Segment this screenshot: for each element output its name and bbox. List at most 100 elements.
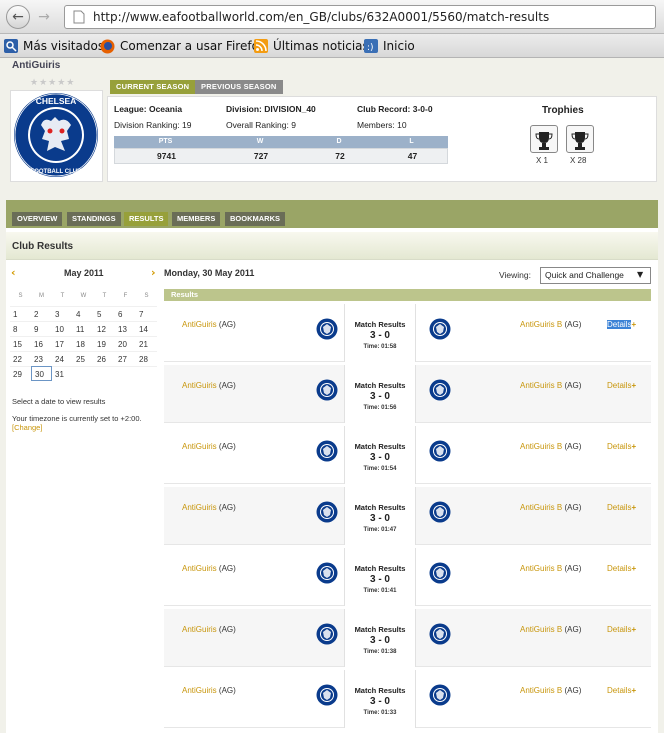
viewing-select[interactable]: Quick and Challenge [540, 267, 651, 284]
tab-current-season[interactable]: CURRENT SEASON [110, 80, 196, 94]
away-team-crest [429, 318, 451, 340]
home-team-crest [316, 379, 338, 401]
back-button[interactable]: ← [6, 5, 30, 29]
calendar-day[interactable]: 17 [52, 336, 73, 351]
chelsea-crest-icon [429, 623, 451, 645]
calendar-day[interactable]: 30 [31, 366, 52, 381]
calendar-day[interactable]: 19 [94, 336, 115, 351]
bookmark-news[interactable]: Últimas noticias [254, 34, 369, 58]
match-time: Time: 01:54 [363, 466, 397, 472]
trophy-1[interactable] [530, 125, 558, 153]
away-team[interactable]: AntiGuiris B (AG) [520, 686, 581, 695]
plus-icon: + [631, 686, 637, 695]
calendar-day[interactable]: 16 [31, 336, 52, 351]
tab-results[interactable]: RESULTS [124, 212, 169, 226]
calendar-day[interactable]: 27 [115, 351, 136, 366]
calendar-day[interactable]: 9 [31, 321, 52, 336]
arrow-right-icon: → [38, 9, 50, 25]
calendar-day[interactable]: 8 [10, 321, 31, 336]
home-team-crest [316, 562, 338, 584]
details-link[interactable]: Details+ [607, 625, 636, 634]
match-time: Time: 01:47 [363, 527, 397, 533]
calendar-day[interactable]: 22 [10, 351, 31, 366]
away-team[interactable]: AntiGuiris B (AG) [520, 564, 581, 573]
tab-members[interactable]: MEMBERS [172, 212, 221, 226]
calendar-day[interactable]: 15 [10, 336, 31, 351]
calendar-day[interactable]: 7 [136, 306, 157, 321]
calendar-day[interactable]: 4 [73, 306, 94, 321]
home-team[interactable]: AntiGuiris (AG) [182, 625, 236, 634]
calendar-day[interactable]: 13 [115, 321, 136, 336]
forward-button[interactable]: → [32, 5, 56, 29]
home-team-crest [316, 501, 338, 523]
away-team[interactable]: AntiGuiris B (AG) [520, 442, 581, 451]
home-team[interactable]: AntiGuiris (AG) [182, 320, 236, 329]
details-link[interactable]: Details+ [607, 564, 636, 573]
away-team-crest [429, 684, 451, 706]
chelsea-crest-icon [316, 623, 338, 645]
stats-value-row: 9741 727 72 47 [114, 148, 448, 164]
match-time: Time: 01:58 [363, 344, 397, 350]
calendar-day[interactable]: 5 [94, 306, 115, 321]
trophy-2[interactable] [566, 125, 594, 153]
away-team[interactable]: AntiGuiris B (AG) [520, 381, 581, 390]
club-name[interactable]: AntiGuiris [12, 60, 60, 71]
home-team[interactable]: AntiGuiris (AG) [182, 381, 236, 390]
calendar-day[interactable]: 1 [10, 306, 31, 321]
away-team[interactable]: AntiGuiris B (AG) [520, 625, 581, 634]
details-link[interactable]: Details+ [607, 320, 636, 329]
chevron-right-icon[interactable]: › [151, 266, 156, 279]
tab-previous-season[interactable]: PREVIOUS SEASON [195, 80, 283, 94]
details-link[interactable]: Details+ [607, 503, 636, 512]
club-logo: CHELSEA FOOTBALL CLUB [10, 90, 103, 182]
trophy-cup-icon [535, 132, 553, 150]
calendar-day[interactable]: 25 [73, 351, 94, 366]
calendar-day[interactable]: 26 [94, 351, 115, 366]
calendar-day[interactable]: 12 [94, 321, 115, 336]
calendar-day[interactable]: 20 [115, 336, 136, 351]
calendar-day[interactable]: 6 [115, 306, 136, 321]
calendar-day[interactable]: 29 [10, 366, 31, 381]
calendar-day[interactable]: 14 [136, 321, 157, 336]
tab-overview[interactable]: OVERVIEW [12, 212, 63, 226]
home-team[interactable]: AntiGuiris (AG) [182, 686, 236, 695]
calendar-day[interactable]: 10 [52, 321, 73, 336]
details-link[interactable]: Details+ [607, 381, 636, 390]
home-team[interactable]: AntiGuiris (AG) [182, 503, 236, 512]
calendar-day[interactable]: 11 [73, 321, 94, 336]
calendar-day[interactable]: 2 [31, 306, 52, 321]
plus-icon: + [631, 381, 637, 390]
calendar-day[interactable]: 23 [31, 351, 52, 366]
away-team[interactable]: AntiGuiris B (AG) [520, 503, 581, 512]
calendar-day[interactable]: 21 [136, 336, 157, 351]
bookmark-most-visited[interactable]: Más visitados [4, 34, 104, 58]
timezone-change-link[interactable]: [Change] [12, 423, 42, 432]
home-team-crest [316, 318, 338, 340]
home-team[interactable]: AntiGuiris (AG) [182, 564, 236, 573]
calendar-day[interactable]: 31 [52, 366, 73, 381]
away-team-crest [429, 379, 451, 401]
details-link[interactable]: Details+ [607, 442, 636, 451]
tab-standings[interactable]: STANDINGS [67, 212, 121, 226]
bookmark-home[interactable]: :) Inicio [364, 34, 415, 58]
calendar-day[interactable]: 24 [52, 351, 73, 366]
details-link[interactable]: Details+ [607, 686, 636, 695]
home-team[interactable]: AntiGuiris (AG) [182, 442, 236, 451]
results-bar [164, 289, 651, 301]
chelsea-crest-icon [316, 440, 338, 462]
calendar-day[interactable]: 18 [73, 336, 94, 351]
calendar-day[interactable]: 28 [136, 351, 157, 366]
chelsea-crest-icon [429, 318, 451, 340]
away-team[interactable]: AntiGuiris B (AG) [520, 320, 581, 329]
calendar-empty-cell [73, 366, 94, 381]
chevron-left-icon[interactable]: ‹ [11, 266, 16, 279]
bookmark-firefox[interactable]: Comenzar a usar Firefox [100, 34, 266, 58]
calendar-day-header: F [123, 293, 128, 299]
rss-icon [254, 39, 268, 53]
calendar-day[interactable]: 3 [52, 306, 73, 321]
match-row: AntiGuiris (AG) Match Results 3 - 0 Time: 0… [164, 670, 651, 728]
bookmarks-toolbar: Más visitados Comenzar a usar Firefox Úl… [0, 34, 664, 58]
tab-bookmarks[interactable]: BOOKMARKS [225, 212, 285, 226]
match-row: AntiGuiris (AG) Match Results 3 - 0 Time: 0… [164, 548, 651, 606]
url-bar[interactable]: http://www.eafootballworld.com/en_GB/clu… [64, 5, 656, 29]
